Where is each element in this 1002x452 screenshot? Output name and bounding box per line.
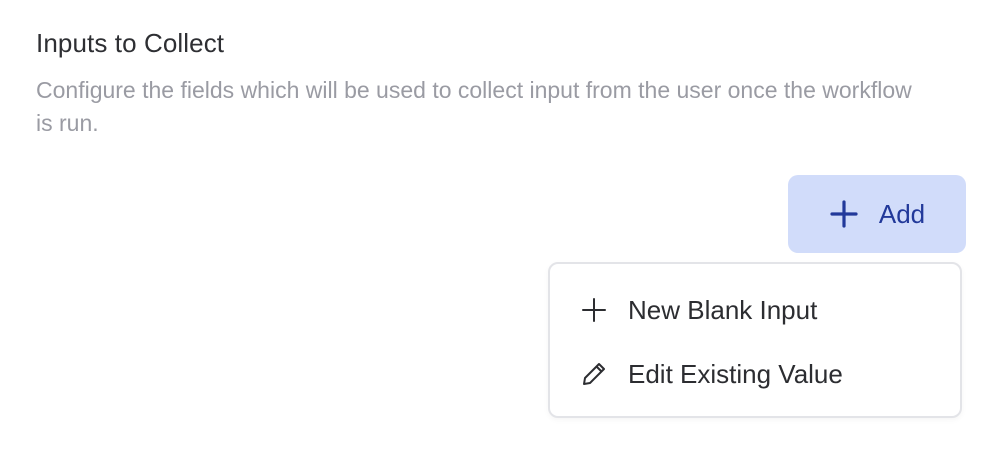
menu-item-edit-existing-value[interactable]: Edit Existing Value (580, 354, 843, 394)
section-description: Configure the fields which will be used … (36, 77, 912, 136)
menu-item-label: New Blank Input (628, 294, 818, 325)
inputs-to-collect-panel: Inputs to Collect Configure the fields w… (0, 0, 1002, 452)
add-button[interactable]: Add (788, 175, 966, 253)
menu-item-new-blank-input[interactable]: New Blank Input (580, 290, 817, 330)
plus-icon (829, 199, 859, 229)
pencil-icon (580, 360, 608, 388)
plus-icon (580, 296, 608, 324)
add-button-label: Add (878, 198, 926, 229)
menu-item-label: Edit Existing Value (628, 358, 843, 389)
section-title: Inputs to Collect (36, 28, 225, 58)
add-dropdown-menu: New Blank Input Edit Existing Value (548, 262, 962, 418)
